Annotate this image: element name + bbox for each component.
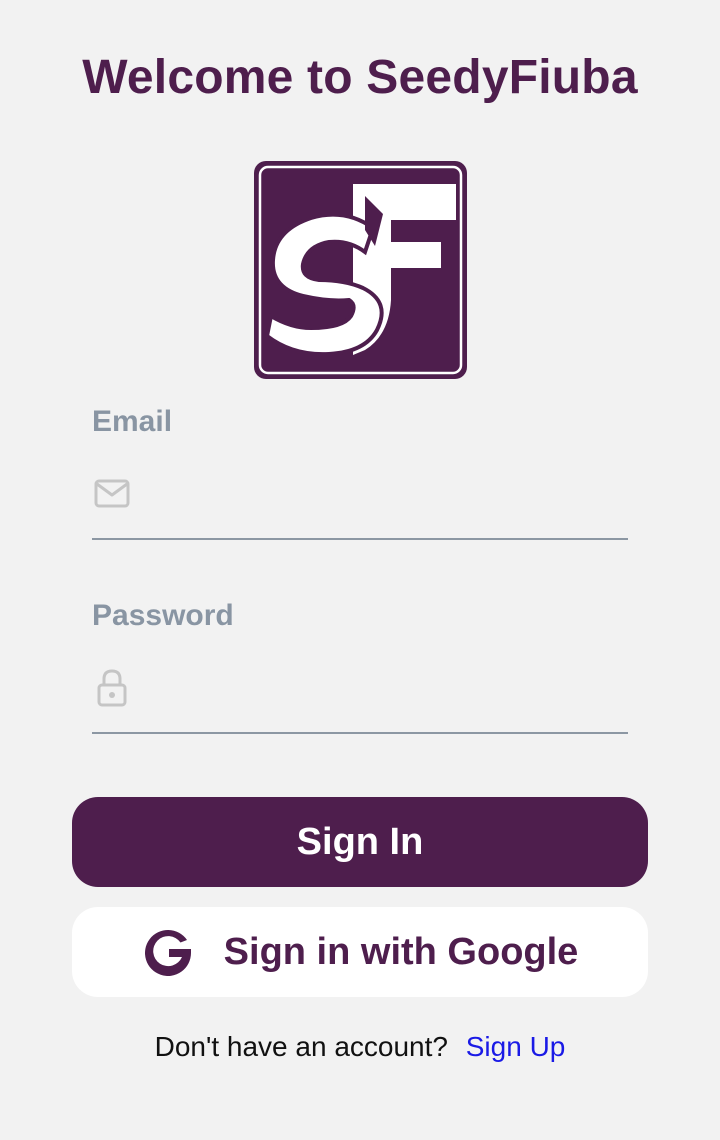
- sign-in-button[interactable]: Sign In: [72, 797, 648, 887]
- signup-prompt: Don't have an account? Sign Up: [0, 1028, 720, 1066]
- signup-prompt-text: Don't have an account?: [154, 1031, 448, 1062]
- google-sign-in-button[interactable]: Sign in with Google: [72, 907, 648, 997]
- password-field[interactable]: [92, 654, 628, 734]
- sign-up-link[interactable]: Sign Up: [466, 1031, 566, 1062]
- mail-icon: [94, 479, 130, 508]
- sign-in-button-label: Sign In: [296, 820, 424, 863]
- lock-icon: [97, 669, 127, 707]
- seedyfiuba-logo: [254, 161, 467, 379]
- email-field[interactable]: [92, 460, 628, 540]
- google-icon: [144, 929, 191, 976]
- password-input[interactable]: [148, 662, 622, 718]
- email-input[interactable]: [148, 468, 622, 524]
- page-title: Welcome to SeedyFiuba: [82, 51, 638, 104]
- email-label: Email: [92, 405, 173, 438]
- google-sign-in-label: Sign in with Google: [223, 930, 579, 973]
- password-label: Password: [92, 599, 234, 632]
